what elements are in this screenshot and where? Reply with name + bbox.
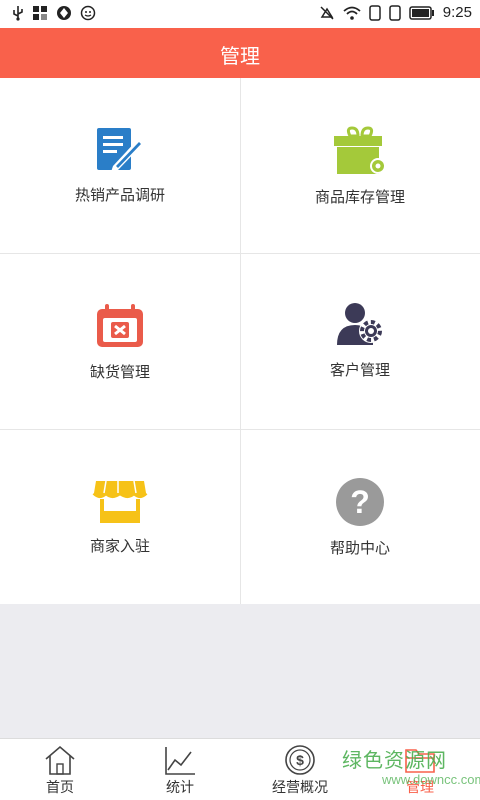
grid-item-label: 商家入驻 [89, 537, 150, 555]
tab-business-overview[interactable]: $ 经营概况 [240, 739, 360, 800]
user-gear-icon [337, 303, 383, 345]
tab-label: 首页 [46, 780, 74, 796]
battery-icon [409, 5, 434, 20]
tab-management[interactable]: 管理 [360, 739, 480, 800]
grid-item-merchant-join[interactable]: 商家入驻 [0, 429, 240, 604]
grid-item-help-center[interactable]: ? 帮助中心 [240, 429, 480, 604]
tab-label: 经营概况 [272, 780, 328, 796]
folder-icon [405, 749, 435, 773]
mute-icon [320, 5, 334, 20]
tab-label: 统计 [166, 780, 194, 796]
sim-icon [369, 4, 381, 21]
storefront-icon [92, 480, 148, 523]
dollar-coin-icon: $ [285, 745, 315, 775]
home-icon [45, 745, 75, 775]
tab-home[interactable]: 首页 [0, 739, 120, 800]
app-header: 管理 [0, 28, 480, 78]
status-bar: 9:25 [0, 0, 480, 28]
grid-item-label: 缺货管理 [89, 363, 150, 381]
usb-icon [13, 6, 23, 21]
gift-box-gear-icon [334, 126, 386, 174]
apps-icon [33, 6, 47, 20]
grid-item-out-of-stock[interactable]: 缺货管理 [0, 253, 240, 428]
grid-item-label: 商品库存管理 [314, 188, 405, 206]
grid-divider [0, 429, 480, 430]
grid-item-inventory[interactable]: 商品库存管理 [240, 78, 480, 253]
page-title: 管理 [220, 46, 260, 68]
svg-text:?: ? [350, 484, 370, 520]
grid-item-label: 客户管理 [329, 361, 390, 379]
sim2-icon [389, 4, 401, 21]
sync-icon [57, 6, 71, 20]
grid-item-customers[interactable]: 客户管理 [240, 253, 480, 428]
grid-item-hot-products[interactable]: 热销产品调研 [0, 78, 240, 253]
grid-divider [0, 253, 480, 254]
status-time: 9:25 [442, 4, 472, 21]
grid-item-label: 热销产品调研 [74, 186, 165, 204]
survey-doc-icon [97, 128, 144, 172]
tab-statistics[interactable]: 统计 [120, 739, 240, 800]
help-question-icon: ? [336, 478, 384, 526]
calendar-x-icon [97, 304, 143, 347]
grid-item-label: 帮助中心 [329, 539, 390, 557]
tab-label: 管理 [406, 780, 434, 796]
emoji-icon [80, 5, 96, 21]
line-chart-icon [165, 747, 195, 775]
wifi-icon [343, 6, 361, 20]
bottom-tab-bar: 首页 统计 $ 经营概况 管理 [0, 738, 480, 800]
grid-divider-vertical [240, 78, 241, 604]
svg-text:$: $ [296, 752, 304, 768]
